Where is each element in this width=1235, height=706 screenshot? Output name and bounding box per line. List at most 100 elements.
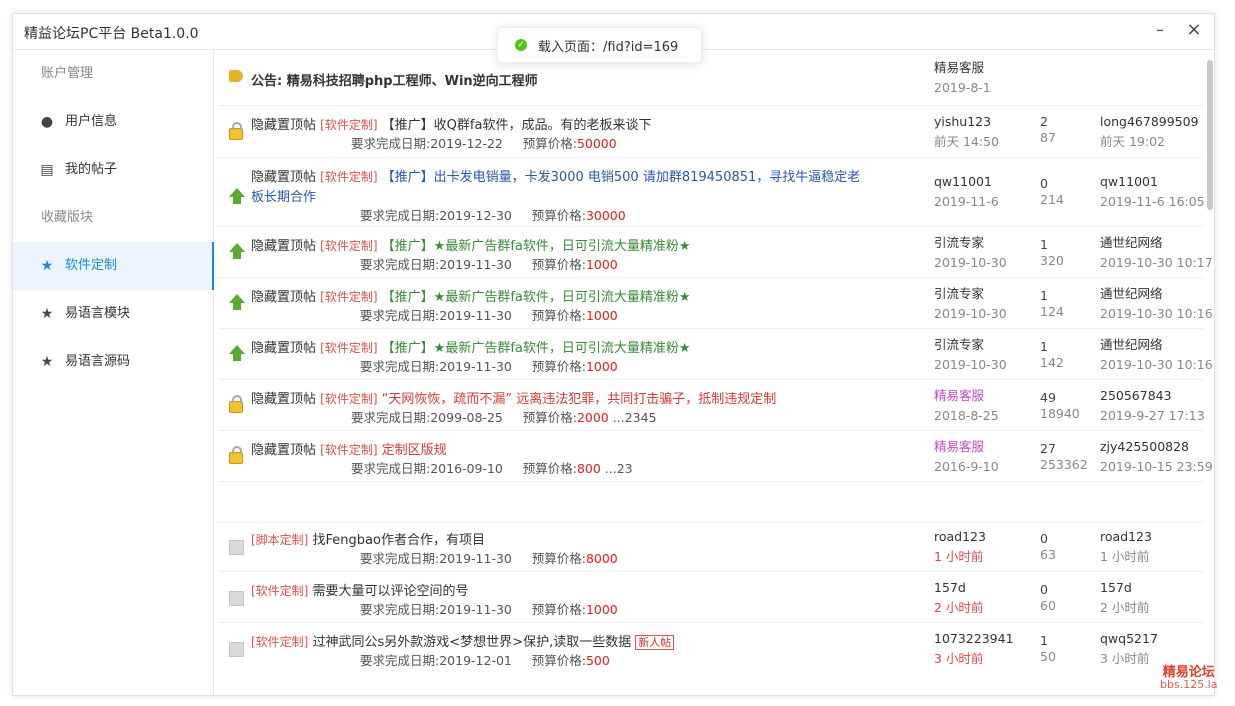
thread-last-user[interactable]: 157d: [1100, 578, 1149, 598]
thread-last-user[interactable]: qwq5217: [1100, 629, 1158, 649]
thread-tag[interactable]: [软件定制]: [320, 170, 377, 184]
thread-price: 1000: [585, 602, 618, 617]
star-icon: ★: [40, 306, 54, 322]
thread-last-user[interactable]: long467899509: [1100, 112, 1199, 132]
thread-last-time: 2019-10-30 10:17: [1100, 255, 1213, 270]
thread-author[interactable]: road123: [934, 527, 986, 547]
thread-pages[interactable]: ...23: [605, 461, 633, 476]
scrollbar[interactable]: [1207, 60, 1213, 210]
toast-text: 载入页面：/fid?id=169: [538, 40, 679, 55]
thread-pages[interactable]: ...2345: [613, 410, 657, 425]
thread-title[interactable]: 【推广】★最新广告群fa软件，日可引流大量精准粉★: [382, 239, 691, 254]
thread-author[interactable]: 精易客服: [934, 437, 999, 457]
table-row[interactable]: 隐藏置顶帖 [软件定制] “天网恢恢，疏而不漏” 远离违法犯罪，共同打击骗子，抵…: [219, 380, 1205, 431]
thread-last-user[interactable]: 通世纪网络: [1100, 233, 1213, 253]
sidebar-item-eyuyan-module[interactable]: ★ 易语言模块: [13, 290, 213, 338]
thread-author[interactable]: 引流专家: [934, 233, 1007, 253]
table-row[interactable]: 隐藏置顶帖 [软件定制] 【推广】★最新广告群fa软件，日可引流大量精准粉★ 要…: [219, 227, 1213, 278]
lock-icon: [229, 395, 243, 413]
announcement-title[interactable]: 精易科技招聘php工程师、Win逆向工程师: [287, 74, 538, 89]
thread-tag[interactable]: [软件定制]: [320, 392, 377, 406]
document-icon: [229, 642, 244, 657]
close-button[interactable]: ×: [1182, 18, 1206, 42]
sidebar-item-eyuyan-source[interactable]: ★ 易语言源码: [13, 338, 213, 386]
thread-tag[interactable]: [软件定制]: [251, 584, 308, 598]
section-divider: [219, 502, 1203, 523]
account-header: 账户管理: [41, 66, 94, 81]
thread-author[interactable]: yishu123: [934, 112, 999, 132]
thread-replies: 0: [1040, 582, 1048, 597]
thread-last-user[interactable]: 250567843: [1100, 386, 1205, 406]
thread-replies: 49: [1040, 390, 1056, 405]
table-row[interactable]: 隐藏置顶帖 [软件定制] 定制区版规 要求完成日期:2016-09-10 预算价…: [219, 431, 1213, 482]
thread-date: 2019-10-30: [934, 306, 1007, 321]
thread-last-user[interactable]: 通世纪网络: [1100, 284, 1213, 304]
thread-views: 18940: [1040, 406, 1080, 421]
minimize-button[interactable]: –: [1148, 18, 1172, 42]
thread-tag[interactable]: [软件定制]: [320, 239, 377, 253]
table-row[interactable]: 隐藏置顶帖 [软件定制] 【推广】★最新广告群fa软件，日可引流大量精准粉★ 要…: [219, 329, 1213, 380]
thread-date: 2 小时前: [934, 600, 984, 615]
table-row[interactable]: 隐藏置顶帖 [软件定制] 【推广】收Q群fa软件，成品。有的老板来谈下 要求完成…: [219, 106, 1203, 158]
document-icon: [229, 540, 244, 555]
thread-tag[interactable]: [软件定制]: [320, 443, 377, 457]
thread-last-user[interactable]: zjy425500828: [1100, 437, 1213, 457]
thread-last-time: 2019-11-6 16:05: [1100, 194, 1205, 209]
thread-date: 2018-8-25: [934, 408, 999, 423]
sidebar: 账户管理 ● 用户信息 ▤ 我的帖子 收藏版块 ★ 软件定制 ★ 易语言模块 ★…: [13, 50, 214, 695]
thread-title[interactable]: 【推广】★最新广告群fa软件，日可引流大量精准粉★: [382, 290, 691, 305]
thread-title[interactable]: 过神武同公s另外款游戏<梦想世界>保护,读取一些数据: [313, 635, 632, 650]
thread-title-line2[interactable]: 板长期合作: [251, 186, 316, 205]
thread-author[interactable]: 引流专家: [934, 284, 1007, 304]
thread-tag[interactable]: [软件定制]: [320, 341, 377, 355]
thread-date: 前天 14:50: [934, 134, 999, 149]
thread-due-date: 要求完成日期:2016-09-10: [351, 461, 503, 476]
thread-tag[interactable]: [软件定制]: [320, 290, 377, 304]
thread-title[interactable]: “天网恢恢，疏而不漏” 远离违法犯罪，共同打击骗子，抵制违规定制: [382, 392, 777, 407]
thread-price: 8000: [585, 551, 618, 566]
thread-price: 2000: [576, 410, 609, 425]
arrow-up-icon: [229, 294, 245, 310]
thread-replies: 1: [1040, 288, 1048, 303]
thread-tag[interactable]: [脚本定制]: [251, 533, 308, 547]
thread-prefix: 隐藏置顶帖: [251, 170, 317, 185]
thread-last-user[interactable]: 通世纪网络: [1100, 335, 1213, 355]
thread-last-user[interactable]: road123: [1100, 527, 1152, 547]
table-row[interactable]: [软件定制] 过神武同公s另外款游戏<梦想世界>保护,读取一些数据 新人帖 要求完…: [219, 623, 1203, 673]
table-row[interactable]: [软件定制] 需要大量可以评论空间的号 要求完成日期:2019-11-30 预算…: [219, 572, 1203, 623]
thread-title[interactable]: 【推广】收Q群fa软件，成品。有的老板来谈下: [382, 118, 652, 133]
thread-author[interactable]: 1073223941: [934, 629, 1014, 649]
thread-prefix: 隐藏置顶帖: [251, 341, 317, 356]
thread-author[interactable]: 精易客服: [934, 386, 999, 406]
table-row[interactable]: 隐藏置顶帖 [软件定制] 【推广】★最新广告群fa软件，日可引流大量精准粉★ 要…: [219, 278, 1213, 329]
thread-views: 87: [1040, 130, 1056, 145]
thread-author[interactable]: 157d: [934, 578, 983, 598]
thread-tag[interactable]: [软件定制]: [251, 635, 308, 649]
announcement-row[interactable]: 公告: 精易科技招聘php工程师、Win逆向工程师 精易客服 2019-8-1: [219, 50, 1203, 106]
sidebar-item-label: 我的帖子: [65, 162, 118, 177]
thread-title[interactable]: 定制区版规: [382, 443, 447, 458]
thread-author[interactable]: 引流专家: [934, 335, 1007, 355]
thread-author[interactable]: qw11001: [934, 172, 999, 192]
thread-price-label: 预算价格:: [531, 602, 586, 617]
app-window: 精益论坛PC平台 Beta1.0.0 – × 账户管理 ● 用户信息 ▤ 我的帖…: [12, 13, 1215, 696]
thread-tag[interactable]: [软件定制]: [320, 118, 377, 132]
sidebar-item-software-custom[interactable]: ★ 软件定制: [13, 242, 214, 290]
thread-prefix: 隐藏置顶帖: [251, 392, 317, 407]
thread-due-date: 要求完成日期:2019-11-30: [360, 308, 512, 323]
star-icon: ★: [40, 354, 54, 370]
thread-replies: 2: [1040, 114, 1048, 129]
thread-last-time: 2019-10-30 10:16: [1100, 357, 1213, 372]
thread-last-user[interactable]: qw11001: [1100, 172, 1205, 192]
thread-title[interactable]: 找Fengbao作者合作，有项目: [313, 533, 485, 548]
sidebar-item-my-posts[interactable]: ▤ 我的帖子: [13, 146, 213, 194]
announcement-author[interactable]: 精易客服: [934, 58, 991, 78]
thread-views: 214: [1040, 192, 1064, 207]
thread-title[interactable]: 【推广】★最新广告群fa软件，日可引流大量精准粉★: [382, 341, 691, 356]
thread-title[interactable]: 【推广】出卡发电销量，卡发3000 电销500 请加群819450851，寻找牛…: [382, 170, 861, 185]
thread-views: 60: [1040, 598, 1056, 613]
table-row[interactable]: [脚本定制] 找Fengbao作者合作，有项目 要求完成日期:2019-11-3…: [219, 523, 1203, 572]
sidebar-item-user-info[interactable]: ● 用户信息: [13, 98, 213, 146]
table-row[interactable]: 隐藏置顶帖 [软件定制] 【推广】出卡发电销量，卡发3000 电销500 请加群…: [219, 158, 1205, 227]
thread-title[interactable]: 需要大量可以评论空间的号: [313, 584, 469, 599]
